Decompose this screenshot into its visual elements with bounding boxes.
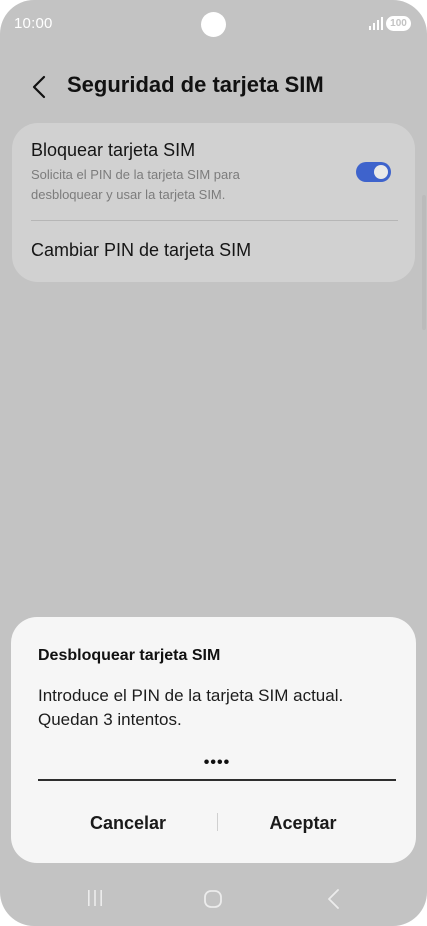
- phone-screen: 10:00 100 Seguridad de tarjeta SIM Bloqu…: [0, 0, 427, 926]
- signal-icon: [369, 17, 383, 30]
- dialog-message: Introduce el PIN de la tarjeta SIM actua…: [38, 686, 344, 729]
- lock-sim-toggle[interactable]: [356, 162, 391, 182]
- home-icon[interactable]: [203, 889, 223, 909]
- back-icon[interactable]: [324, 888, 344, 910]
- battery-icon: 100: [386, 16, 411, 31]
- lock-sim-title: Bloquear tarjeta SIM: [31, 140, 196, 160]
- navigation-bar: [0, 870, 427, 926]
- back-arrow-icon[interactable]: [28, 74, 50, 100]
- settings-card: Bloquear tarjeta SIM Solicita el PIN de …: [12, 123, 415, 282]
- front-camera: [201, 12, 226, 37]
- status-bar: 10:00 100: [0, 0, 427, 50]
- cancel-button[interactable]: Cancelar: [43, 809, 213, 837]
- recent-apps-icon[interactable]: [85, 889, 105, 907]
- pin-input[interactable]: [38, 747, 396, 781]
- divider: [31, 220, 398, 221]
- ok-button[interactable]: Aceptar: [218, 809, 388, 837]
- page-title: Seguridad de tarjeta SIM: [67, 72, 324, 97]
- dialog-title: Desbloquear tarjeta SIM: [38, 647, 221, 664]
- lock-sim-description: Solicita el PIN de la tarjeta SIM para d…: [31, 167, 240, 202]
- scrollbar: [422, 195, 426, 330]
- unlock-sim-dialog: Desbloquear tarjeta SIM Introduce el PIN…: [11, 617, 416, 863]
- status-time: 10:00: [14, 15, 53, 32]
- change-pin-item[interactable]: Cambiar PIN de tarjeta SIM: [31, 240, 251, 261]
- toggle-knob: [374, 165, 388, 179]
